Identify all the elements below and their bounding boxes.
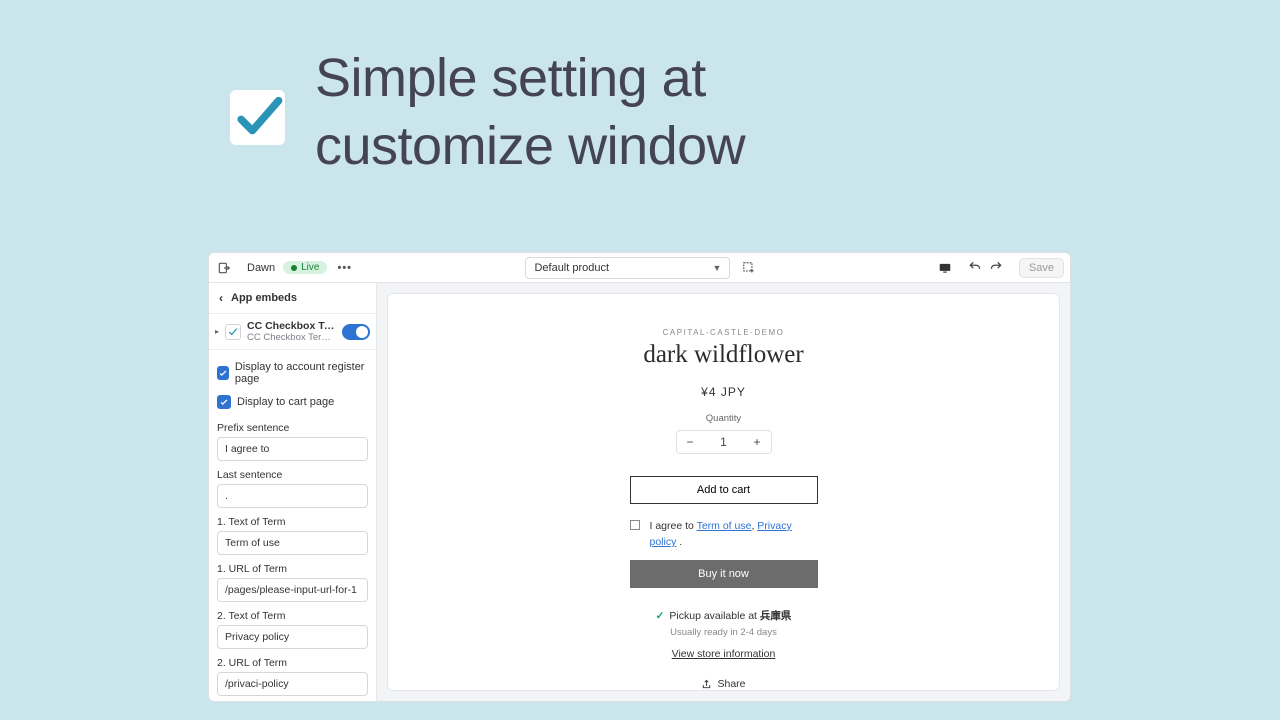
qty-value: 1 [720, 435, 727, 449]
term1-url-input[interactable]: /pages/please-input-url-for-1 [217, 578, 368, 602]
check-icon: ✓ [656, 610, 665, 622]
term1-text-input[interactable]: Term of use [217, 531, 368, 555]
checkbox-label: Display to cart page [237, 396, 334, 408]
more-menu[interactable]: ••• [337, 262, 352, 274]
buy-it-now-button[interactable]: Buy it now [630, 560, 818, 588]
term2-text-input[interactable]: Privacy policy [217, 625, 368, 649]
hero-title: Simple setting at customize window [315, 45, 745, 180]
checkbox-label: Display to account register page [235, 361, 368, 385]
quantity-stepper[interactable]: − 1 + [676, 430, 772, 454]
pickup-ready: Usually ready in 2-4 days [670, 627, 777, 638]
hero-check-icon [230, 90, 285, 145]
chevron-down-icon: ▼ [713, 263, 722, 273]
app-icon [225, 324, 241, 340]
app-name: CC Checkbox Term of… [247, 320, 336, 332]
app-subtitle: CC Checkbox Term of Use [247, 332, 336, 343]
term1-link[interactable]: Term of use [697, 520, 752, 532]
qty-minus-icon[interactable]: − [687, 435, 694, 449]
redo-icon[interactable] [987, 258, 1005, 276]
last-sentence-input[interactable]: . [217, 484, 368, 508]
field-label: 1. URL of Term [217, 563, 368, 575]
field-label: Last sentence [217, 469, 368, 481]
term2-url-input[interactable]: /privaci-policy [217, 672, 368, 696]
checkbox-register-page[interactable] [217, 366, 229, 380]
share-button[interactable]: Share [701, 678, 745, 690]
product-price: ¥4 JPY [701, 385, 746, 399]
theme-name: Dawn [247, 262, 275, 274]
live-badge: Live [283, 261, 327, 274]
sidebar: ‹ App embeds ▸ CC Checkbox Term of… CC C… [209, 283, 377, 701]
vendor-name: CAPITAL-CASTLE-DEMO [663, 328, 785, 337]
product-title: dark wildflower [643, 341, 803, 369]
checkbox-cart-page[interactable] [217, 395, 231, 409]
terms-checkbox[interactable] [630, 520, 640, 530]
quantity-label: Quantity [706, 413, 741, 424]
back-icon[interactable]: ‹ [219, 291, 223, 305]
field-label: Prefix sentence [217, 422, 368, 434]
field-label: 2. Text of Term [217, 610, 368, 622]
save-button[interactable]: Save [1019, 258, 1064, 278]
pickup-availability: ✓ Pickup available at 兵庫県 [656, 608, 792, 623]
desktop-view-icon[interactable] [934, 257, 956, 279]
exit-icon[interactable] [215, 259, 233, 277]
preview-canvas: CAPITAL-CASTLE-DEMO dark wildflower ¥4 J… [387, 293, 1060, 691]
app-embed-row[interactable]: ▸ CC Checkbox Term of… CC Checkbox Term … [209, 314, 376, 350]
field-label: 1. Text of Term [217, 516, 368, 528]
app-toggle[interactable] [342, 324, 370, 340]
customize-editor: Dawn Live ••• Default product▼ Save ‹ Ap… [208, 252, 1071, 702]
sidebar-title: App embeds [231, 292, 297, 304]
add-to-cart-button[interactable]: Add to cart [630, 476, 818, 504]
agree-text: I agree to Term of use, Privacy policy . [650, 518, 818, 551]
undo-icon[interactable] [966, 258, 984, 276]
caret-icon: ▸ [215, 327, 219, 336]
prefix-sentence-input[interactable]: I agree to [217, 437, 368, 461]
topbar: Dawn Live ••• Default product▼ Save [209, 253, 1070, 283]
inspector-icon[interactable] [738, 257, 760, 279]
page-selector[interactable]: Default product▼ [525, 257, 730, 279]
qty-plus-icon[interactable]: + [753, 435, 760, 449]
field-label: 2. URL of Term [217, 657, 368, 669]
store-info-link[interactable]: View store information [672, 648, 776, 660]
